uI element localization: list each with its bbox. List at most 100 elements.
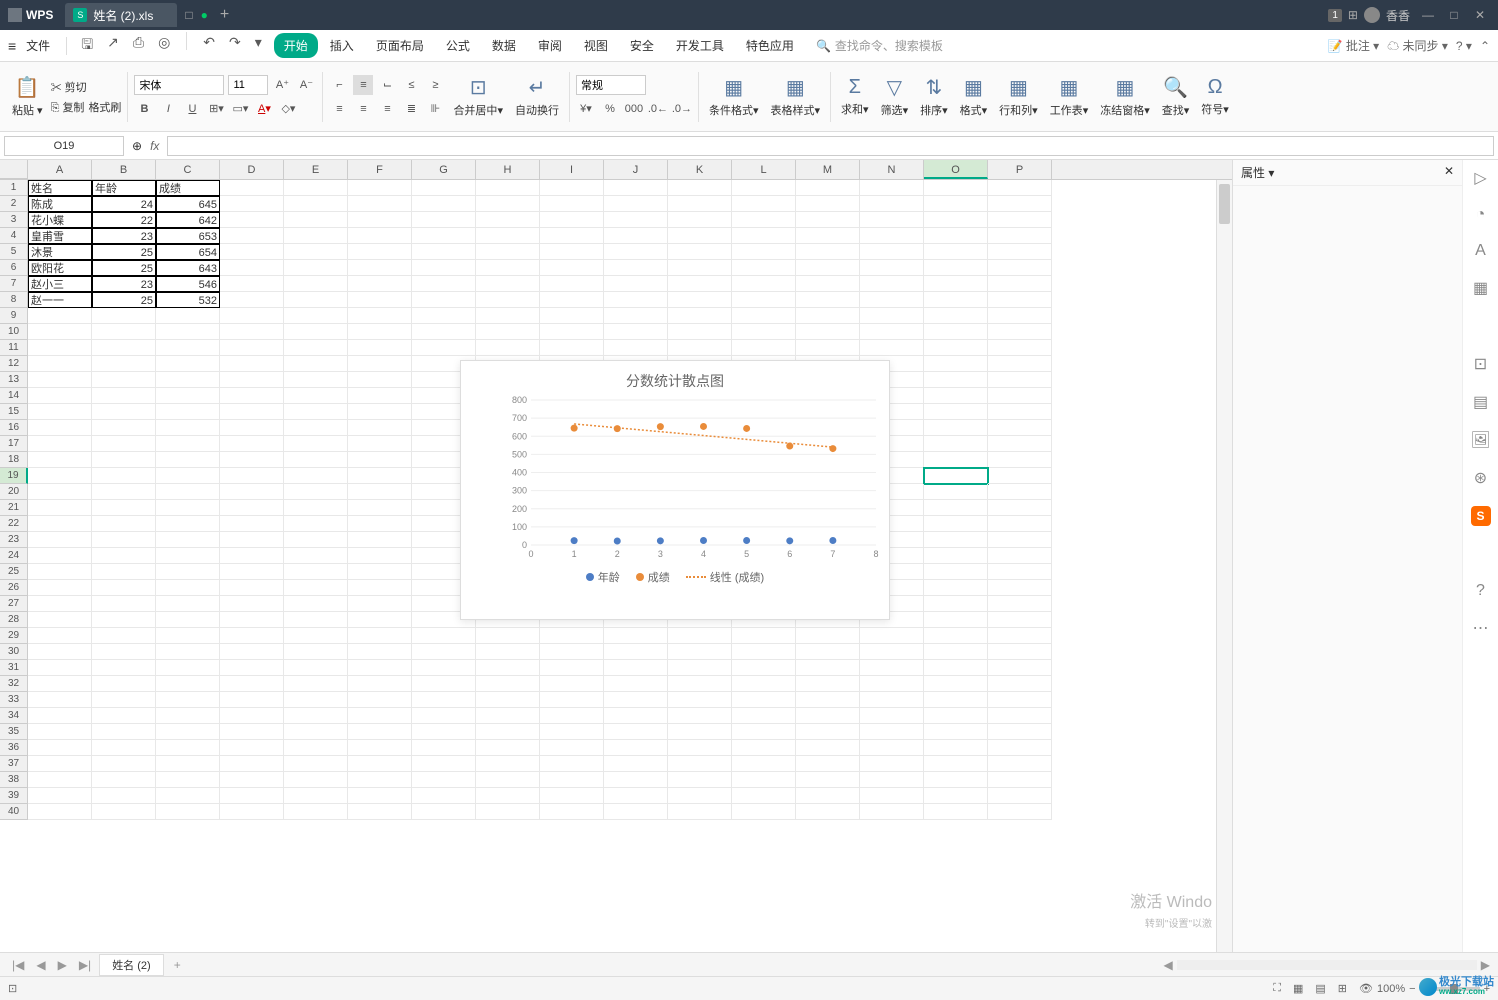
cell[interactable] <box>284 548 348 564</box>
cell[interactable] <box>220 564 284 580</box>
cell[interactable] <box>732 628 796 644</box>
filter-button[interactable]: ▽筛选▾ <box>877 73 913 120</box>
indent-increase-icon[interactable]: ≥ <box>425 75 445 95</box>
spreadsheet-grid[interactable]: ABCDEFGHIJKLMNOP 1姓名年龄成绩2陈成246453花小蝶2264… <box>0 160 1232 952</box>
col-header-O[interactable]: O <box>924 160 988 179</box>
print-preview-icon[interactable]: ◎ <box>154 32 174 60</box>
cell[interactable] <box>668 340 732 356</box>
cell[interactable] <box>988 212 1052 228</box>
cell[interactable]: 654 <box>156 244 220 260</box>
cell[interactable] <box>348 580 412 596</box>
cell[interactable] <box>540 260 604 276</box>
col-header-D[interactable]: D <box>220 160 284 179</box>
cell[interactable] <box>796 340 860 356</box>
cell[interactable] <box>348 484 412 500</box>
cell[interactable] <box>220 484 284 500</box>
cell[interactable] <box>156 580 220 596</box>
cell[interactable] <box>988 756 1052 772</box>
cell[interactable] <box>988 788 1052 804</box>
cell[interactable] <box>28 804 92 820</box>
cell[interactable] <box>92 420 156 436</box>
cell[interactable] <box>732 196 796 212</box>
sync-button[interactable]: ☁ 未同步 ▾ <box>1387 37 1448 54</box>
cell[interactable]: 赵一一 <box>28 292 92 308</box>
cell[interactable] <box>348 772 412 788</box>
row-header-24[interactable]: 24 <box>0 548 28 564</box>
cell[interactable] <box>796 260 860 276</box>
cell[interactable] <box>156 388 220 404</box>
clear-format-icon[interactable]: ◇▾ <box>278 99 298 119</box>
cell[interactable] <box>604 340 668 356</box>
cell[interactable] <box>284 516 348 532</box>
cell[interactable] <box>220 308 284 324</box>
cell[interactable] <box>540 196 604 212</box>
row-header-18[interactable]: 18 <box>0 452 28 468</box>
cell[interactable] <box>412 804 476 820</box>
cell[interactable] <box>988 580 1052 596</box>
cell[interactable] <box>796 292 860 308</box>
tab-save-indicator-icon[interactable]: □ <box>185 8 192 22</box>
cell[interactable] <box>988 308 1052 324</box>
cell[interactable] <box>156 516 220 532</box>
cell[interactable] <box>476 260 540 276</box>
cell[interactable] <box>348 388 412 404</box>
cell[interactable] <box>28 500 92 516</box>
freeze-button[interactable]: ▦冻结窗格▾ <box>1096 73 1154 120</box>
row-header-17[interactable]: 17 <box>0 436 28 452</box>
cell[interactable] <box>988 676 1052 692</box>
add-sheet-button[interactable]: + <box>168 958 187 972</box>
cell[interactable] <box>284 596 348 612</box>
cell[interactable] <box>796 756 860 772</box>
cell[interactable] <box>540 180 604 196</box>
cell[interactable] <box>540 708 604 724</box>
row-header-12[interactable]: 12 <box>0 356 28 372</box>
cell[interactable] <box>284 756 348 772</box>
row-header-5[interactable]: 5 <box>0 244 28 260</box>
cell[interactable] <box>92 452 156 468</box>
cell[interactable] <box>860 804 924 820</box>
row-header-22[interactable]: 22 <box>0 516 28 532</box>
cell[interactable] <box>220 740 284 756</box>
cell[interactable] <box>92 740 156 756</box>
cell[interactable] <box>860 756 924 772</box>
cell[interactable] <box>796 724 860 740</box>
notification-badge[interactable]: 1 <box>1328 9 1342 22</box>
cell[interactable] <box>220 788 284 804</box>
cell[interactable] <box>220 596 284 612</box>
search-box[interactable]: 🔍 查找命令、搜索模板 <box>816 37 943 54</box>
table-icon[interactable]: ▦ <box>1473 278 1488 298</box>
cell[interactable] <box>156 500 220 516</box>
cell[interactable] <box>924 308 988 324</box>
cell[interactable] <box>476 292 540 308</box>
cell[interactable] <box>924 772 988 788</box>
cell[interactable] <box>284 484 348 500</box>
cell[interactable] <box>348 676 412 692</box>
cell[interactable] <box>220 244 284 260</box>
cell[interactable] <box>92 676 156 692</box>
cell[interactable] <box>540 772 604 788</box>
cell[interactable] <box>668 788 732 804</box>
cell[interactable] <box>668 676 732 692</box>
cell[interactable] <box>348 436 412 452</box>
row-header-6[interactable]: 6 <box>0 260 28 276</box>
cell[interactable]: 成绩 <box>156 180 220 196</box>
cell[interactable] <box>412 740 476 756</box>
row-header-28[interactable]: 28 <box>0 612 28 628</box>
col-header-M[interactable]: M <box>796 160 860 179</box>
table-style-button[interactable]: ▦表格样式▾ <box>767 73 825 120</box>
cell[interactable] <box>732 644 796 660</box>
row-header-29[interactable]: 29 <box>0 628 28 644</box>
cell[interactable] <box>220 452 284 468</box>
col-header-A[interactable]: A <box>28 160 92 179</box>
cell[interactable]: 25 <box>92 260 156 276</box>
cell[interactable] <box>156 628 220 644</box>
cell[interactable] <box>860 324 924 340</box>
formula-input[interactable] <box>167 136 1494 156</box>
cell[interactable] <box>28 324 92 340</box>
cell[interactable] <box>284 244 348 260</box>
settings-icon[interactable]: ⊛ <box>1474 468 1487 488</box>
cell[interactable] <box>348 756 412 772</box>
cell[interactable] <box>412 788 476 804</box>
cell[interactable] <box>412 180 476 196</box>
cell[interactable] <box>924 612 988 628</box>
